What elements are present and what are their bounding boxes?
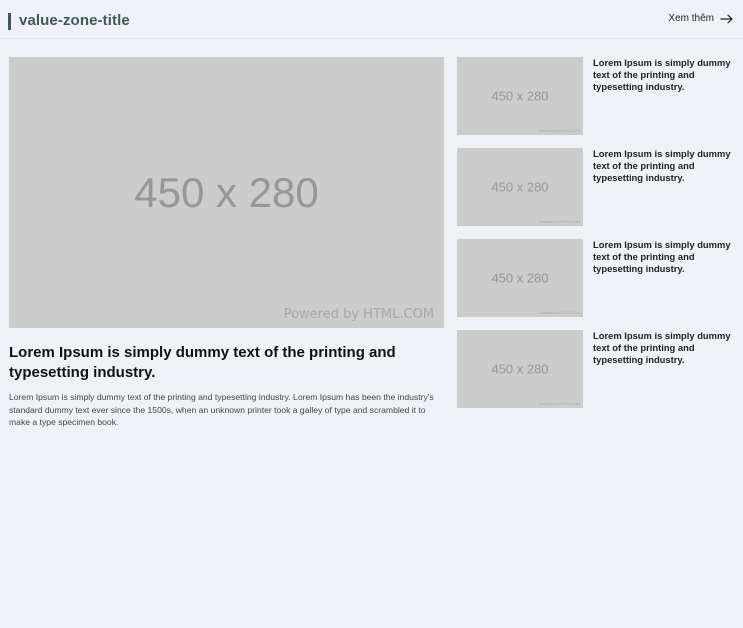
side-article-heading[interactable]: Lorem Ipsum is simply dummy text of the … bbox=[593, 330, 735, 366]
image-watermark: Powered by HTML.COM bbox=[539, 311, 580, 315]
image-placeholder-label: 450 x 280 bbox=[491, 179, 549, 195]
side-article-image[interactable]: 450 x 280 Powered by HTML.COM bbox=[457, 57, 583, 135]
image-watermark: Powered by HTML.COM bbox=[539, 129, 580, 133]
image-watermark: Powered by HTML.COM bbox=[539, 402, 580, 406]
side-article-heading[interactable]: Lorem Ipsum is simply dummy text of the … bbox=[593, 148, 735, 184]
side-article: 450 x 280 Powered by HTML.COM Lorem Ipsu… bbox=[457, 148, 735, 226]
image-placeholder-label: 450 x 280 bbox=[134, 168, 319, 216]
image-watermark: Powered by HTML.COM bbox=[539, 220, 580, 224]
side-article: 450 x 280 Powered by HTML.COM Lorem Ipsu… bbox=[457, 330, 735, 408]
side-article: 450 x 280 Powered by HTML.COM Lorem Ipsu… bbox=[457, 57, 735, 135]
side-article-heading[interactable]: Lorem Ipsum is simply dummy text of the … bbox=[593, 239, 735, 275]
see-more-label: Xem thêm bbox=[668, 13, 714, 24]
image-placeholder-label: 450 x 280 bbox=[491, 270, 549, 286]
side-article: 450 x 280 Powered by HTML.COM Lorem Ipsu… bbox=[457, 239, 735, 317]
title-accent-bar bbox=[8, 13, 11, 30]
see-more-link[interactable]: Xem thêm bbox=[668, 13, 734, 24]
image-placeholder-label: 450 x 280 bbox=[491, 361, 549, 377]
zone-header: value-zone-title Xem thêm bbox=[0, 0, 743, 39]
side-article-image[interactable]: 450 x 280 Powered by HTML.COM bbox=[457, 148, 583, 226]
main-article-description: Lorem Ipsum is simply dummy text of the … bbox=[9, 392, 434, 427]
arrow-right-icon bbox=[720, 14, 733, 23]
image-placeholder-label: 450 x 280 bbox=[491, 88, 549, 104]
main-article-image[interactable]: 450 x 280 Powered by HTML.COM bbox=[9, 57, 444, 328]
side-article-image[interactable]: 450 x 280 Powered by HTML.COM bbox=[457, 330, 583, 408]
zone-title: value-zone-title bbox=[19, 12, 130, 29]
main-article: 450 x 280 Powered by HTML.COM Lorem Ipsu… bbox=[9, 57, 444, 429]
image-watermark: Powered by HTML.COM bbox=[283, 307, 434, 322]
side-article-heading[interactable]: Lorem Ipsum is simply dummy text of the … bbox=[593, 57, 735, 93]
side-article-image[interactable]: 450 x 280 Powered by HTML.COM bbox=[457, 239, 583, 317]
main-article-heading[interactable]: Lorem Ipsum is simply dummy text of the … bbox=[9, 343, 444, 383]
